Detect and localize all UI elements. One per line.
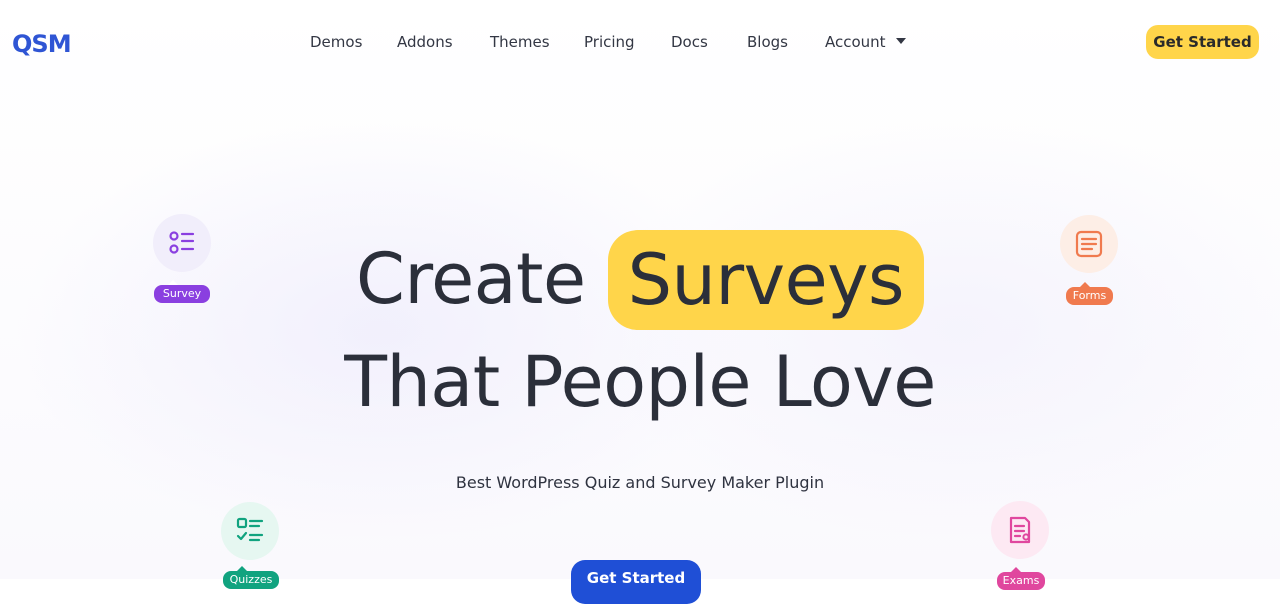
hero-title-line-2: That People Love: [344, 341, 936, 423]
hero-title-highlight: Surveys: [607, 229, 925, 330]
quizzes-badge: [221, 502, 279, 560]
exams-tag: Exams: [997, 567, 1045, 590]
form-icon: [1075, 230, 1103, 258]
nav-item-blogs[interactable]: Blogs: [747, 30, 788, 54]
nav-item-account-label: Account: [825, 33, 886, 51]
checklist-icon: [236, 517, 264, 542]
forms-badge: [1060, 215, 1118, 273]
exams-tag-label: Exams: [1002, 574, 1040, 587]
survey-badge: [153, 214, 211, 272]
nav-item-docs[interactable]: Docs: [671, 30, 708, 54]
nav-item-pricing[interactable]: Pricing: [584, 30, 635, 54]
top-navigation: QSM Demos Addons Themes Pricing Docs Blo…: [0, 0, 1280, 84]
survey-tag-label: Survey: [162, 287, 202, 300]
list-options-icon: [169, 231, 195, 254]
main-menu: Demos Addons Themes Pricing Docs Blogs A…: [0, 30, 1280, 54]
nav-item-addons[interactable]: Addons: [397, 30, 453, 54]
nav-item-account[interactable]: Account: [825, 30, 906, 54]
hero-get-started-button[interactable]: Get Started: [571, 560, 701, 604]
forms-tag: Forms: [1066, 282, 1113, 305]
nav-item-themes[interactable]: Themes: [490, 30, 550, 54]
forms-tag-label: Forms: [1072, 289, 1107, 302]
survey-tag: Survey: [154, 280, 210, 303]
caret-down-icon: [895, 38, 906, 44]
nav-item-demos[interactable]: Demos: [310, 30, 362, 54]
exams-badge: [991, 501, 1049, 559]
quizzes-tag: Quizzes: [223, 566, 279, 589]
document-icon: [1009, 516, 1031, 544]
header-get-started-button[interactable]: Get Started: [1146, 25, 1259, 59]
quizzes-tag-label: Quizzes: [229, 573, 273, 586]
hero-subtitle: Best WordPress Quiz and Survey Maker Plu…: [455, 473, 825, 492]
hero-title-prefix: Create: [355, 238, 586, 320]
